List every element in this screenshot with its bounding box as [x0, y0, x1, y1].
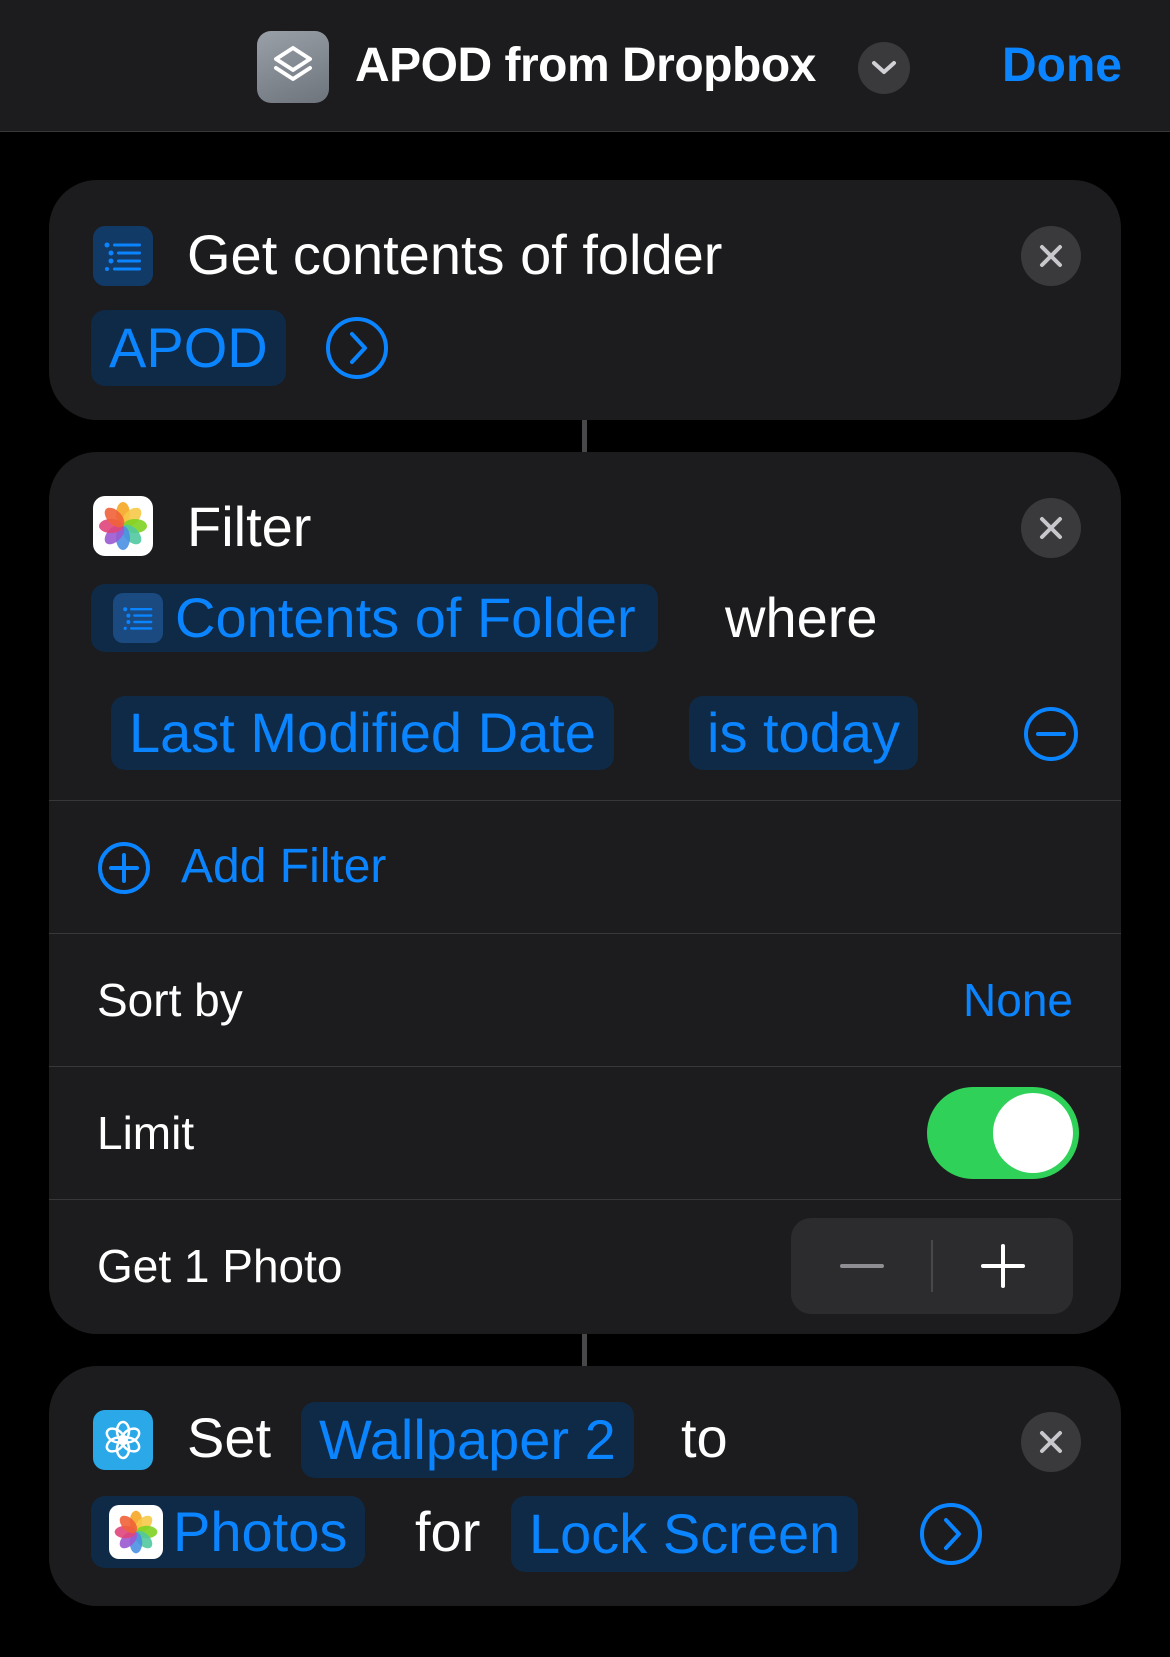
sort-by-row[interactable]: Sort by None	[49, 933, 1121, 1066]
to-text: to	[681, 1406, 728, 1469]
wallpaper-icon	[93, 1410, 153, 1470]
limit-row: Limit	[49, 1066, 1121, 1199]
action-title: Get contents of folder	[187, 223, 723, 286]
count-stepper	[791, 1218, 1073, 1314]
add-filter-row[interactable]: Add Filter	[49, 800, 1121, 933]
decrement-button[interactable]	[791, 1218, 932, 1314]
get-count-row: Get 1 Photo	[49, 1199, 1121, 1332]
set-text: Set	[187, 1406, 272, 1469]
navigation-bar: APOD from Dropbox Done	[0, 0, 1170, 132]
shortcuts-icon[interactable]	[257, 31, 329, 103]
where-text: where	[725, 586, 878, 649]
close-icon[interactable]	[1021, 226, 1081, 286]
input-token-label: Contents of Folder	[175, 586, 636, 649]
action-get-contents-of-folder: Get contents of folder APOD	[49, 180, 1121, 420]
action-connector	[582, 1334, 587, 1366]
folder-token[interactable]: APOD	[91, 310, 286, 386]
list-icon	[93, 226, 153, 286]
get-count-label: Get 1 Photo	[97, 1240, 343, 1292]
input-token[interactable]: Contents of Folder	[91, 584, 658, 652]
list-icon	[113, 593, 163, 643]
action-connector	[582, 420, 587, 452]
chevron-right-circle-icon[interactable]	[919, 1502, 983, 1566]
limit-toggle[interactable]	[927, 1087, 1079, 1179]
done-button[interactable]: Done	[1002, 36, 1122, 96]
shortcut-title[interactable]: APOD from Dropbox	[355, 36, 816, 96]
close-icon[interactable]	[1021, 498, 1081, 558]
increment-button[interactable]	[932, 1218, 1073, 1314]
sort-by-label: Sort by	[97, 974, 243, 1026]
photos-icon	[109, 1505, 163, 1559]
toggle-knob	[993, 1093, 1073, 1173]
for-text: for	[415, 1500, 481, 1563]
wallpaper-token[interactable]: Wallpaper 2	[301, 1402, 634, 1478]
chevron-down-icon[interactable]	[858, 42, 910, 94]
action-title: Filter	[187, 495, 312, 558]
sort-by-value[interactable]: None	[963, 970, 1073, 1030]
filter-condition-token[interactable]: is today	[689, 696, 918, 770]
photos-token[interactable]: Photos	[91, 1496, 366, 1568]
close-icon[interactable]	[1021, 1412, 1081, 1472]
add-filter-label: Add Filter	[181, 840, 387, 893]
remove-filter-icon[interactable]	[1023, 706, 1079, 762]
chevron-right-circle-icon[interactable]	[325, 316, 389, 380]
limit-label: Limit	[97, 1107, 195, 1159]
add-circle-icon	[97, 841, 151, 895]
photos-icon	[93, 496, 153, 556]
action-filter: Filter Contents of Folder where Last Mod…	[49, 452, 1121, 1334]
photos-token-label: Photos	[173, 1500, 348, 1563]
filter-property-token[interactable]: Last Modified Date	[111, 696, 614, 770]
screen-token[interactable]: Lock Screen	[511, 1496, 859, 1572]
action-set-wallpaper: Set Wallpaper 2 to Photos for Lock Scree	[49, 1366, 1121, 1606]
